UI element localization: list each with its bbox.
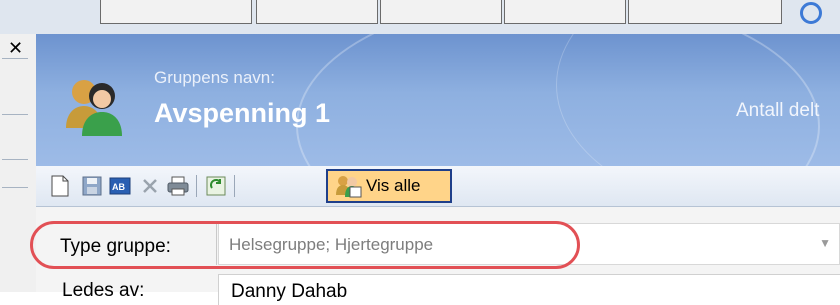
help-icon[interactable] (800, 2, 822, 24)
divider (2, 58, 28, 59)
new-document-icon[interactable] (48, 174, 72, 198)
grid-cell (380, 0, 502, 24)
group-header: Gruppens navn: Avspenning 1 Antall delt (36, 34, 840, 166)
led-by-value: Danny Dahab (231, 281, 348, 302)
participant-count-label: Antall delt (736, 100, 820, 121)
refresh-icon[interactable] (204, 174, 228, 198)
grid-cell (256, 0, 378, 24)
highlight-annotation (30, 221, 580, 269)
print-icon[interactable] (166, 174, 190, 198)
group-name-label: Gruppens navn: (154, 68, 275, 87)
group-users-icon (66, 80, 122, 136)
rename-icon[interactable]: AB (108, 174, 132, 198)
group-name-value: Avspenning 1 (154, 98, 331, 128)
grid-cell (100, 0, 252, 24)
toolbar: AB Vis alle (36, 166, 840, 207)
delete-icon[interactable] (138, 174, 162, 198)
show-all-icon (336, 176, 362, 198)
dropdown-arrow-icon[interactable]: ▼ (819, 236, 831, 250)
divider (2, 187, 28, 188)
grid-cell (504, 0, 626, 24)
top-grid-strip (0, 0, 840, 35)
toolbar-separator (234, 175, 235, 197)
divider (2, 114, 28, 115)
divider (2, 159, 28, 160)
grid-cell (628, 0, 782, 24)
show-all-label: Vis alle (366, 176, 421, 195)
close-icon[interactable]: ✕ (8, 39, 23, 57)
show-all-button[interactable]: Vis alle (326, 169, 452, 203)
led-by-field[interactable]: Danny Dahab (218, 274, 840, 305)
save-icon[interactable] (80, 174, 104, 198)
svg-text:AB: AB (112, 182, 125, 192)
toolbar-separator (196, 175, 197, 197)
led-by-label: Ledes av: (62, 280, 145, 301)
